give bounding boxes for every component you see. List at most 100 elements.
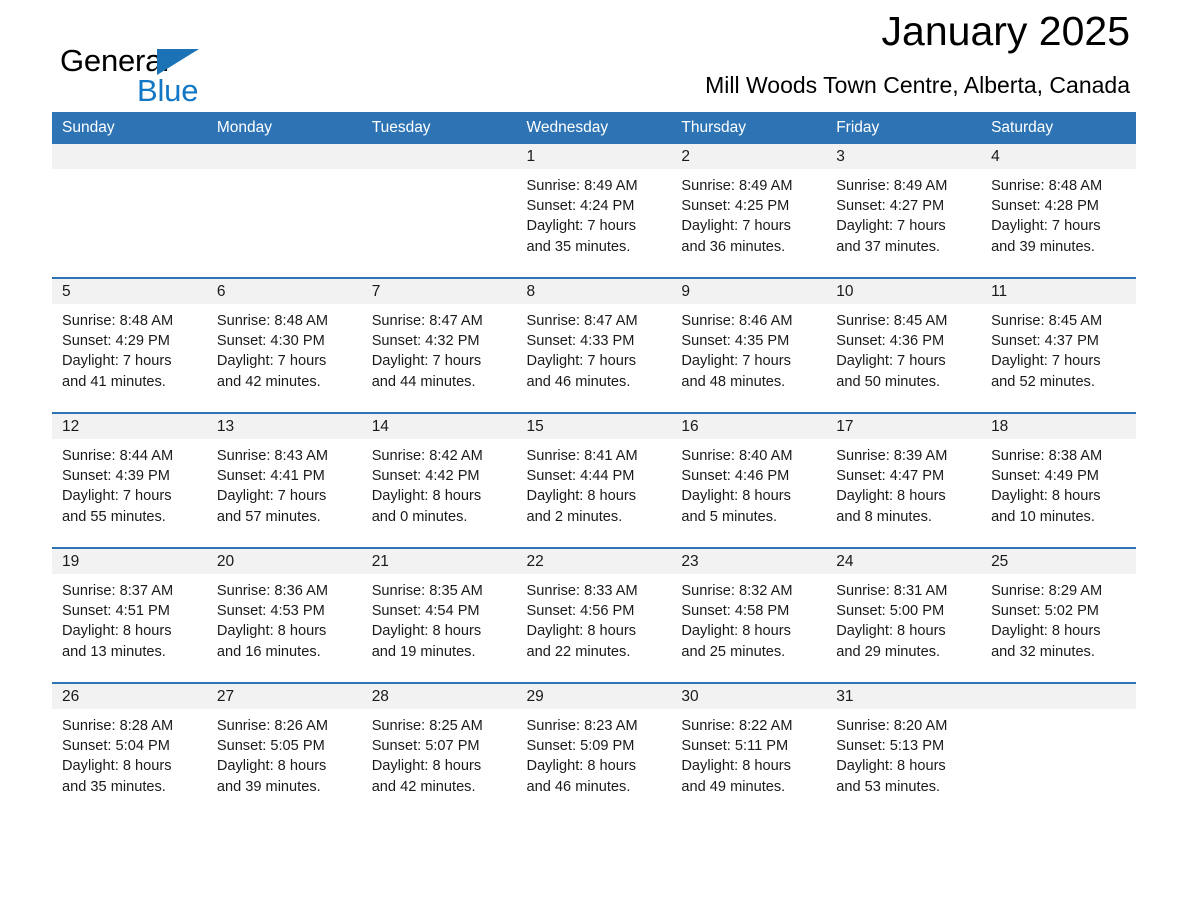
generalblue-logo[interactable]: General Blue [60,44,260,110]
sunset-text: Sunset: 4:44 PM [526,468,635,485]
sunset-text: Sunset: 4:49 PM [991,468,1099,485]
calendar-cell[interactable] [52,144,207,278]
daylight-text-line1: Daylight: 8 hours [216,623,327,640]
calendar-cell[interactable]: 13 Sunrise: 8:43 AM Sunset: 4:41 PM Dayl… [206,412,362,548]
daylight-text-line1: Daylight: 8 hours [991,488,1101,505]
sunrise-sunset-calendar-table: Sunday Monday Tuesday Wednesday Thursday… [52,112,1136,800]
day-number: 15 [516,414,672,439]
day-number: 28 [361,684,517,709]
calendar-cell[interactable]: 25 Sunrise: 8:29 AM Sunset: 5:02 PM Dayl… [981,547,1136,683]
day-details: Sunrise: 8:23 AM Sunset: 5:09 PM Dayligh… [517,709,672,797]
calendar-cell[interactable]: 18 Sunrise: 8:38 AM Sunset: 4:49 PM Dayl… [981,412,1136,548]
day-number [206,144,362,169]
sunset-text: Sunset: 4:36 PM [836,333,945,350]
sunset-text: Sunset: 5:04 PM [62,738,170,755]
calendar-cell[interactable] [361,144,517,278]
daylight-text-line2: and 57 minutes. [216,508,321,525]
day-number: 26 [52,684,207,709]
day-details: Sunrise: 8:49 AM Sunset: 4:24 PM Dayligh… [517,169,672,257]
calendar-cell[interactable]: 3 Sunrise: 8:49 AM Sunset: 4:27 PM Dayli… [826,144,982,278]
sunrise-text: Sunrise: 8:49 AM [526,178,638,194]
daylight-text-line1: Daylight: 7 hours [216,353,327,370]
column-header-sunday: Sunday [52,112,207,144]
sunrise-text: Sunrise: 8:49 AM [681,178,793,194]
sunrise-text: Sunrise: 8:44 AM [62,448,174,464]
calendar-cell[interactable]: 21 Sunrise: 8:35 AM Sunset: 4:54 PM Dayl… [361,547,517,683]
day-number: 11 [981,279,1136,304]
day-details: Sunrise: 8:49 AM Sunset: 4:27 PM Dayligh… [826,169,981,257]
sunset-text: Sunset: 4:54 PM [371,603,480,620]
day-details [52,169,207,176]
calendar-cell[interactable]: 24 Sunrise: 8:31 AM Sunset: 5:00 PM Dayl… [826,547,982,683]
daylight-text-line2: and 50 minutes. [836,373,941,390]
daylight-text-line2: and 37 minutes. [836,238,941,255]
day-number: 9 [671,279,827,304]
sunset-text: Sunset: 4:56 PM [526,603,635,620]
calendar-cell[interactable]: 1 Sunrise: 8:49 AM Sunset: 4:24 PM Dayli… [516,144,672,278]
calendar-cell[interactable]: 17 Sunrise: 8:39 AM Sunset: 4:47 PM Dayl… [826,412,982,548]
sunset-text: Sunset: 4:51 PM [62,603,170,620]
day-number: 20 [206,549,362,574]
calendar-cell[interactable]: 22 Sunrise: 8:33 AM Sunset: 4:56 PM Dayl… [516,547,672,683]
page-title: January 2025 [881,8,1130,54]
calendar-cell[interactable]: 31 Sunrise: 8:20 AM Sunset: 5:13 PM Dayl… [826,682,982,800]
calendar-cell[interactable]: 19 Sunrise: 8:37 AM Sunset: 4:51 PM Dayl… [52,547,207,683]
daylight-text-line2: and 13 minutes. [62,643,166,660]
calendar-cell[interactable]: 5 Sunrise: 8:48 AM Sunset: 4:29 PM Dayli… [52,277,207,413]
daylight-text-line2: and 49 minutes. [681,778,786,795]
daylight-text-line1: Daylight: 7 hours [836,353,946,370]
calendar-week-row: 5 Sunrise: 8:48 AM Sunset: 4:29 PM Dayli… [52,277,1136,413]
calendar-cell[interactable]: 2 Sunrise: 8:49 AM Sunset: 4:25 PM Dayli… [671,144,827,278]
daylight-text-line2: and 46 minutes. [526,373,631,390]
daylight-text-line2: and 46 minutes. [526,778,631,795]
calendar-cell[interactable] [981,682,1136,800]
day-details: Sunrise: 8:36 AM Sunset: 4:53 PM Dayligh… [207,574,362,662]
day-details: Sunrise: 8:38 AM Sunset: 4:49 PM Dayligh… [981,439,1136,527]
sunrise-text: Sunrise: 8:45 AM [991,313,1103,329]
day-number: 10 [826,279,982,304]
column-header-monday: Monday [206,112,362,144]
sunrise-text: Sunrise: 8:37 AM [62,583,174,599]
calendar-cell[interactable]: 4 Sunrise: 8:48 AM Sunset: 4:28 PM Dayli… [981,144,1136,278]
day-number: 18 [981,414,1136,439]
calendar-cell[interactable]: 12 Sunrise: 8:44 AM Sunset: 4:39 PM Dayl… [52,412,207,548]
day-details: Sunrise: 8:45 AM Sunset: 4:37 PM Dayligh… [981,304,1136,392]
calendar-cell[interactable]: 26 Sunrise: 8:28 AM Sunset: 5:04 PM Dayl… [52,682,207,800]
daylight-text-line2: and 8 minutes. [836,508,932,525]
daylight-text-line1: Daylight: 8 hours [836,623,946,640]
day-number: 13 [206,414,362,439]
sunrise-text: Sunrise: 8:33 AM [526,583,638,599]
day-details: Sunrise: 8:31 AM Sunset: 5:00 PM Dayligh… [826,574,981,662]
calendar-cell[interactable]: 9 Sunrise: 8:46 AM Sunset: 4:35 PM Dayli… [671,277,827,413]
daylight-text-line1: Daylight: 8 hours [371,623,482,640]
calendar-cell[interactable]: 30 Sunrise: 8:22 AM Sunset: 5:11 PM Dayl… [671,682,827,800]
sunrise-text: Sunrise: 8:26 AM [216,718,328,734]
day-details: Sunrise: 8:46 AM Sunset: 4:35 PM Dayligh… [671,304,826,392]
calendar-cell[interactable]: 8 Sunrise: 8:47 AM Sunset: 4:33 PM Dayli… [516,277,672,413]
day-details: Sunrise: 8:35 AM Sunset: 4:54 PM Dayligh… [362,574,517,662]
calendar-cell[interactable]: 29 Sunrise: 8:23 AM Sunset: 5:09 PM Dayl… [516,682,672,800]
calendar-cell[interactable]: 23 Sunrise: 8:32 AM Sunset: 4:58 PM Dayl… [671,547,827,683]
day-details: Sunrise: 8:28 AM Sunset: 5:04 PM Dayligh… [52,709,207,797]
calendar-cell[interactable]: 7 Sunrise: 8:47 AM Sunset: 4:32 PM Dayli… [361,277,517,413]
daylight-text-line2: and 19 minutes. [371,643,476,660]
calendar-cell[interactable]: 10 Sunrise: 8:45 AM Sunset: 4:36 PM Dayl… [826,277,982,413]
calendar-cell[interactable]: 11 Sunrise: 8:45 AM Sunset: 4:37 PM Dayl… [981,277,1136,413]
sunrise-text: Sunrise: 8:28 AM [62,718,174,734]
calendar-cell[interactable]: 20 Sunrise: 8:36 AM Sunset: 4:53 PM Dayl… [206,547,362,683]
calendar-cell[interactable]: 28 Sunrise: 8:25 AM Sunset: 5:07 PM Dayl… [361,682,517,800]
daylight-text-line1: Daylight: 7 hours [991,218,1101,235]
day-number: 1 [516,144,672,169]
calendar-cell[interactable] [206,144,362,278]
calendar-cell[interactable]: 6 Sunrise: 8:48 AM Sunset: 4:30 PM Dayli… [206,277,362,413]
daylight-text-line2: and 53 minutes. [836,778,941,795]
calendar-cell[interactable]: 15 Sunrise: 8:41 AM Sunset: 4:44 PM Dayl… [516,412,672,548]
calendar-cell[interactable]: 16 Sunrise: 8:40 AM Sunset: 4:46 PM Dayl… [671,412,827,548]
sunset-text: Sunset: 4:37 PM [991,333,1099,350]
calendar-cell[interactable]: 27 Sunrise: 8:26 AM Sunset: 5:05 PM Dayl… [206,682,362,800]
calendar-cell[interactable]: 14 Sunrise: 8:42 AM Sunset: 4:42 PM Dayl… [361,412,517,548]
day-details: Sunrise: 8:39 AM Sunset: 4:47 PM Dayligh… [826,439,981,527]
day-details: Sunrise: 8:22 AM Sunset: 5:11 PM Dayligh… [671,709,826,797]
location-subtitle: Mill Woods Town Centre, Alberta, Canada [705,72,1130,98]
daylight-text-line1: Daylight: 8 hours [216,758,327,775]
